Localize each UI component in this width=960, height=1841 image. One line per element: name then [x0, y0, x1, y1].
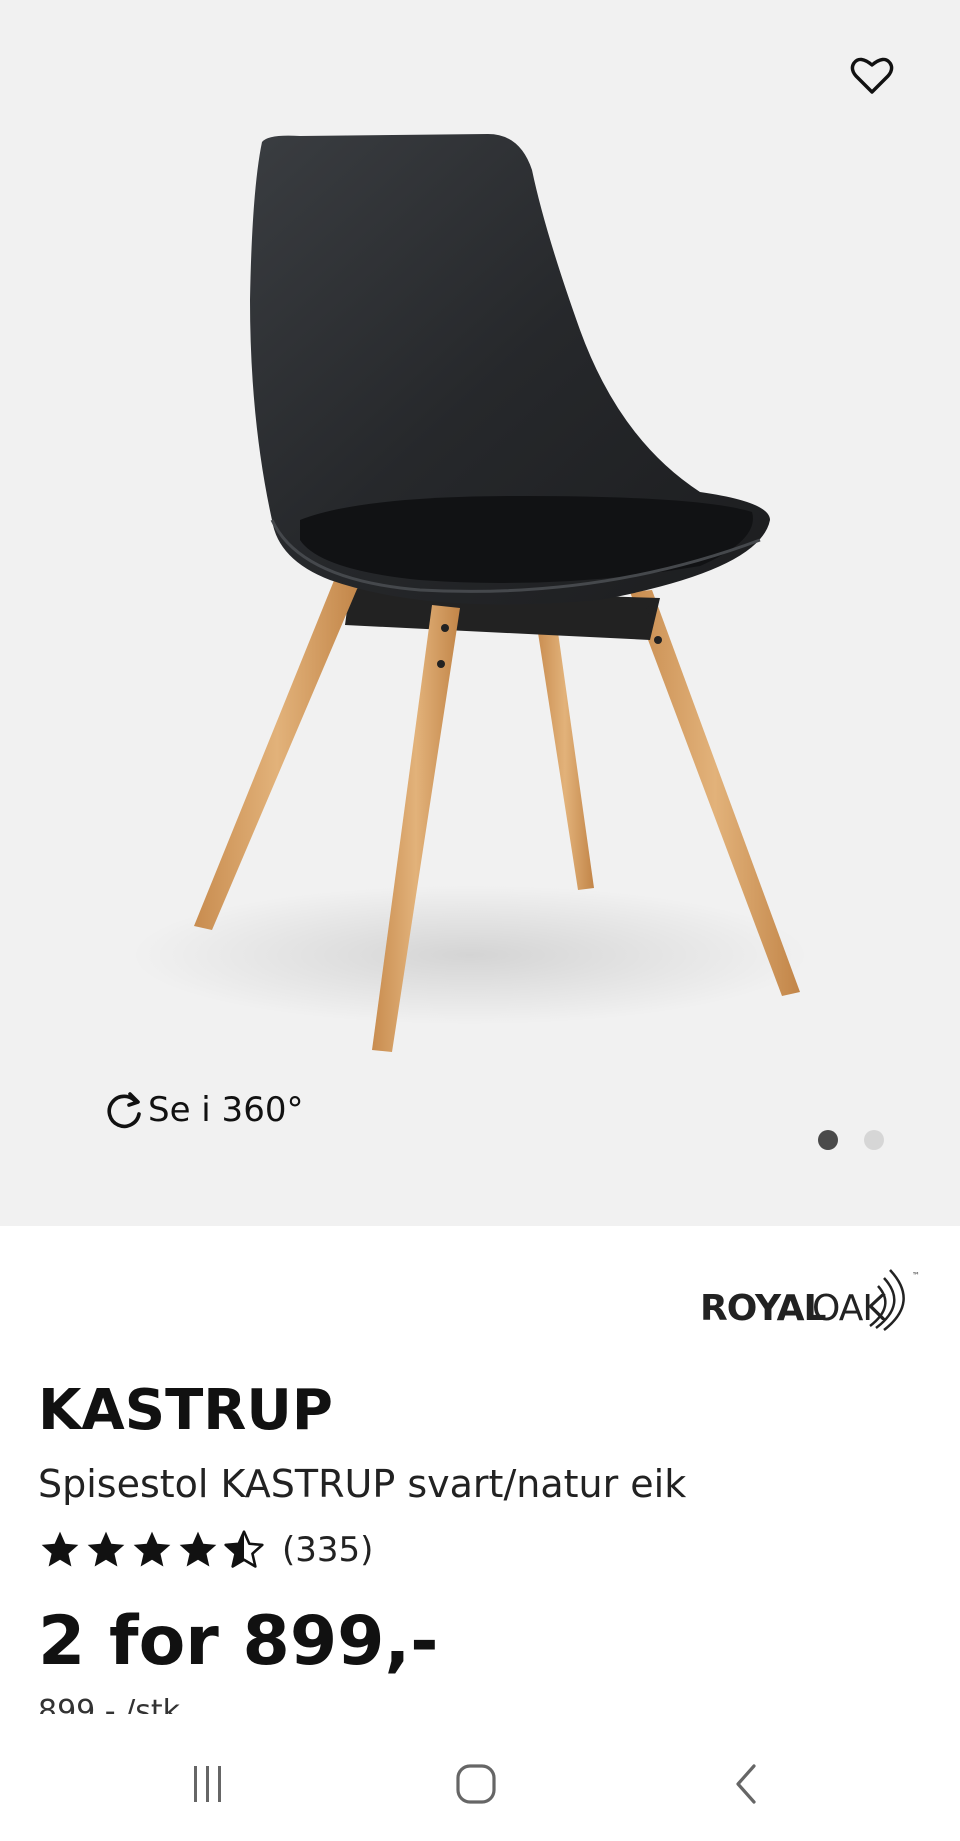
recent-apps-button[interactable]: [168, 1754, 248, 1814]
home-icon: [456, 1764, 496, 1804]
unit-price-text: 899,- /stk: [38, 1694, 181, 1714]
heart-icon: [850, 57, 894, 94]
view-360-button[interactable]: Se i 360°: [104, 1088, 303, 1132]
gallery-pagination: [818, 1130, 884, 1150]
star-full-icon: [41, 1531, 79, 1567]
product-image-gallery[interactable]: Se i 360°: [0, 0, 960, 1226]
recent-apps-icon: [194, 1766, 221, 1802]
back-button[interactable]: [706, 1754, 786, 1814]
rotate-icon: [107, 1092, 141, 1129]
gallery-dot-1[interactable]: [818, 1130, 838, 1150]
gallery-dot-2[interactable]: [864, 1130, 884, 1150]
back-icon: [736, 1764, 756, 1804]
unit-price: 899,- /stk: [38, 1694, 180, 1714]
product-rating[interactable]: (335): [38, 1528, 373, 1572]
rating-count: (335): [282, 1530, 374, 1570]
star-half-icon: [224, 1530, 264, 1568]
home-button[interactable]: [436, 1754, 516, 1814]
product-image-chair: [130, 134, 810, 1052]
svg-text:™: ™: [912, 1271, 920, 1280]
product-subtitle: Spisestol KASTRUP svart/natur eik: [38, 1462, 687, 1506]
view-360-label: Se i 360°: [148, 1090, 304, 1130]
favorite-button[interactable]: [845, 48, 899, 102]
brand-arc-mark: ™: [869, 1269, 920, 1331]
product-title: KASTRUP: [38, 1378, 333, 1443]
system-navigation-bar: [0, 1714, 960, 1841]
star-full-icon: [133, 1531, 171, 1567]
brand-logo: ROYAL OAK ™: [700, 1266, 924, 1334]
product-price: 2 for 899,-: [38, 1602, 439, 1681]
star-full-icon: [179, 1531, 217, 1567]
star-full-icon: [87, 1531, 125, 1567]
rating-stars: [38, 1528, 266, 1572]
